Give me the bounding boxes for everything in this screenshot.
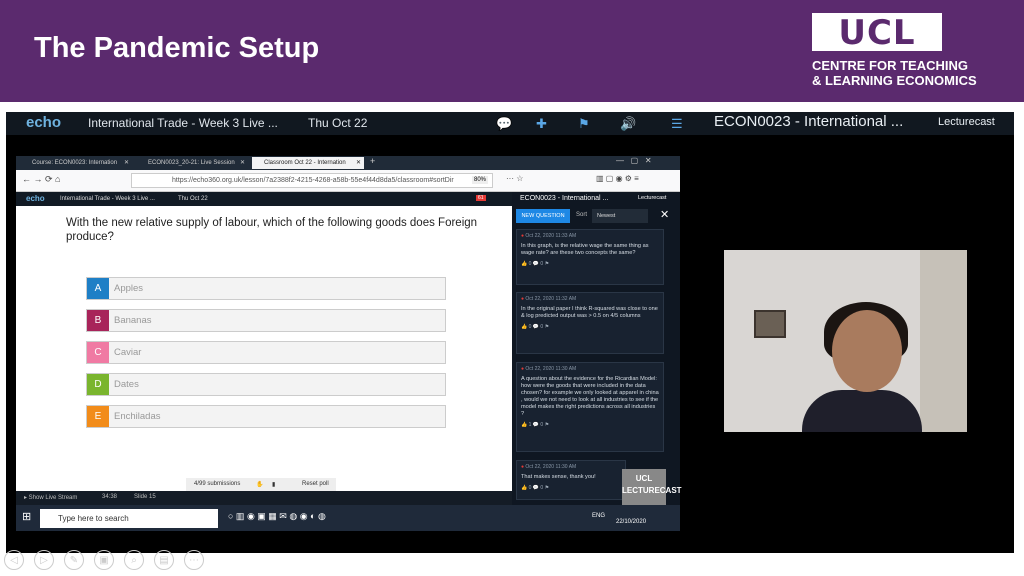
system-language: ENG	[592, 513, 606, 519]
close-icon: ✕	[123, 160, 129, 166]
sort-label: Sort	[576, 212, 588, 218]
qa-course-title: ECON0023 - International ...	[520, 195, 609, 202]
qa-panel: NEW QUESTION Sort Newest ✕ Oct 22, 2020 …	[512, 206, 682, 505]
more-icon[interactable]: ⋯	[184, 550, 204, 570]
ucl-logo: UCL	[812, 13, 942, 53]
sort-select[interactable]: Newest	[592, 209, 648, 223]
screen-share: echo International Trade - Week 3 Live .…	[6, 112, 1014, 553]
window-controls[interactable]: — ▢ ✕	[616, 156, 652, 165]
slide-banner: The Pandemic Setup UCL CENTRE FOR TEACHI…	[0, 0, 1024, 102]
slides-icon[interactable]: ▣	[94, 550, 114, 570]
reset-poll-button[interactable]: Reset poll	[302, 481, 329, 487]
taskbar-app-icons[interactable]: ○ ▥ ◉ ▣ ▦ ✉ ◍ ◉ ◐ ◍	[228, 511, 326, 522]
discussion-icon[interactable]: 💬	[496, 116, 512, 132]
chart-icon[interactable]: ▮	[272, 481, 275, 488]
zoom-icon[interactable]: ⌕	[124, 550, 144, 570]
submission-count: 4/99 submissions	[194, 481, 241, 487]
answer-option-a[interactable]: A Apples	[86, 277, 446, 300]
presenter-face	[832, 310, 902, 392]
menu-icon[interactable]: ☰	[671, 116, 683, 132]
new-question-button[interactable]: NEW QUESTION	[516, 209, 570, 223]
windows-start-icon[interactable]: ⊞	[22, 510, 31, 523]
question-card[interactable]: Oct 22, 2020 11:32 AM In the original pa…	[516, 292, 664, 354]
poll-footer: 4/99 submissions ✋ ▮ Reset poll	[186, 478, 336, 491]
system-date: 22/10/2020	[616, 519, 647, 525]
add-note-icon[interactable]: ✚	[536, 116, 547, 132]
close-icon: ✕	[239, 160, 245, 166]
bookshelf	[920, 250, 967, 432]
browser-tab-active[interactable]: Classroom Oct 22 - Internation ✕	[252, 157, 364, 169]
browser-tab-bar: Course: ECON0023: Internation ✕ ECON0023_…	[16, 156, 680, 170]
qa-header: ECON0023 - International ... Lecturecast	[512, 192, 680, 206]
lecturecast-link[interactable]: Lecturecast	[638, 195, 666, 201]
zoom-level[interactable]: 80%	[472, 176, 489, 184]
close-icon[interactable]: ✕	[660, 208, 669, 221]
lecture-title: International Trade - Week 3 Live ...	[60, 196, 155, 202]
lecturecast-watermark: UCL LECTURECAST	[622, 469, 682, 505]
hand-icon[interactable]: ✋	[256, 481, 263, 488]
browser-tab[interactable]: ECON0023_20-21: Live Session ✕	[136, 157, 248, 169]
echo-logo[interactable]: echo	[26, 114, 61, 131]
question-card[interactable]: Oct 22, 2020 11:30 AM That makes sense, …	[516, 460, 626, 500]
course-title: ECON0023 - International ...	[714, 113, 904, 130]
volume-icon[interactable]: 🔊	[620, 116, 636, 132]
webcam-feed	[724, 250, 967, 432]
pen-icon[interactable]: ✎	[64, 550, 84, 570]
show-live-stream-button[interactable]: ▸ Show Live Stream	[24, 494, 77, 501]
answer-option-b[interactable]: B Bananas	[86, 309, 446, 332]
slide-nav-controls: ◁ ▷ ✎ ▣ ⌕ ▤ ⋯	[4, 550, 224, 572]
wall-picture	[754, 310, 786, 338]
quiz-panel: With the new relative supply of labour, …	[16, 206, 512, 491]
taskbar-search[interactable]: Type here to search	[40, 509, 218, 528]
lecture-date: Thu Oct 22	[178, 196, 208, 202]
presenter-body	[802, 390, 922, 432]
lecturecast-link[interactable]: Lecturecast	[938, 116, 995, 128]
player-bar: ▸ Show Live Stream 34:38 Slide 15	[16, 491, 512, 505]
slide-number: Slide 15	[134, 494, 156, 500]
question-card[interactable]: Oct 22, 2020 11:33 AM In this graph, is …	[516, 229, 664, 285]
lecture-date: Thu Oct 22	[308, 116, 368, 130]
flag-icon[interactable]: ⚑	[578, 116, 590, 132]
question-card[interactable]: Oct 22, 2020 11:30 AM A question about t…	[516, 362, 664, 452]
subtitles-icon[interactable]: ▤	[154, 550, 174, 570]
echo-logo[interactable]: echo	[26, 194, 45, 203]
answer-option-d[interactable]: D Dates	[86, 373, 446, 396]
close-icon: ✕	[355, 160, 361, 166]
question-text: With the new relative supply of labour, …	[66, 217, 478, 243]
elapsed-time: 34:38	[102, 494, 118, 500]
notification-badge: 61	[476, 195, 486, 201]
nav-icons[interactable]: ← → ⟳ ⌂	[22, 174, 60, 185]
windows-taskbar: ⊞ Type here to search ○ ▥ ◉ ▣ ▦ ✉ ◍ ◉ ◐ …	[16, 505, 680, 531]
extension-icons[interactable]: ▥ ▢ ◉ ⚙ ≡	[596, 174, 639, 183]
url-toolbar: ← → ⟳ ⌂ https://echo360.org.uk/lesson/7a…	[16, 170, 680, 192]
answer-option-e[interactable]: E Enchiladas	[86, 405, 446, 428]
answer-option-c[interactable]: C Caviar	[86, 341, 446, 364]
next-icon[interactable]: ▷	[34, 550, 54, 570]
browser-window: Course: ECON0023: Internation ✕ ECON0023_…	[16, 156, 682, 531]
url-field[interactable]: https://echo360.org.uk/lesson/7a2388f2-4…	[131, 173, 493, 188]
ucl-subtitle: CENTRE FOR TEACHING & LEARNING ECONOMICS	[812, 58, 977, 88]
lecture-title: International Trade - Week 3 Live ...	[88, 116, 278, 130]
prev-icon[interactable]: ◁	[4, 550, 24, 570]
new-tab-button[interactable]: +	[370, 156, 375, 166]
echo-top-bar: echo International Trade - Week 3 Live .…	[6, 112, 1014, 135]
toolbar-icons[interactable]: ··· ☆	[506, 174, 523, 183]
browser-tab[interactable]: Course: ECON0023: Internation ✕	[20, 157, 132, 169]
slide-title: The Pandemic Setup	[34, 32, 320, 64]
